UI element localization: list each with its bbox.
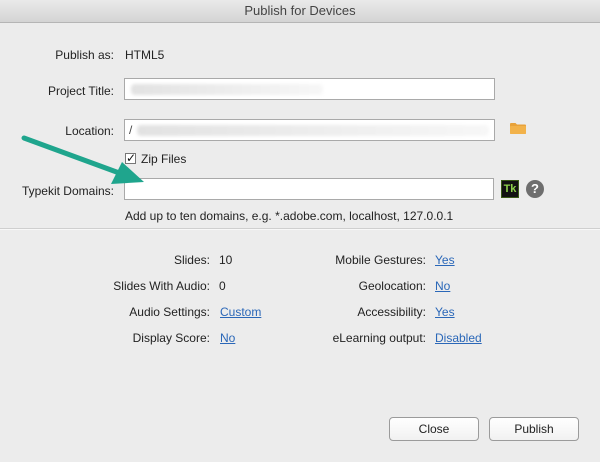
folder-icon[interactable] [510,123,526,134]
accessibility-label: Accessibility: [357,305,426,319]
audio-settings-link[interactable]: Custom [220,305,261,319]
typekit-icon[interactable]: Tk [501,180,519,198]
typekit-domains-input[interactable] [124,178,494,200]
slides-with-audio-value: 0 [219,279,226,293]
display-score-label: Display Score: [132,331,210,345]
project-title-input[interactable] [124,78,495,100]
help-icon[interactable]: ? [526,180,544,198]
mobile-gestures-label: Mobile Gestures: [335,253,426,267]
publish-as-value: HTML5 [125,48,165,62]
accessibility-link[interactable]: Yes [435,305,455,319]
geolocation-label: Geolocation: [358,279,426,293]
slides-value: 10 [219,253,233,267]
publish-dialog: Publish for Devices Publish as: HTML5 Pr… [0,0,600,462]
annotation-arrow-icon [21,135,144,184]
location-redaction [137,125,489,136]
location-input[interactable]: / [124,119,495,141]
window-title: Publish for Devices [0,0,600,23]
project-title-label: Project Title: [47,84,114,98]
publish-as-label: Publish as: [55,48,114,62]
typekit-domains-label: Typekit Domains: [21,184,114,198]
display-score-link[interactable]: No [220,331,235,345]
typekit-hint: Add up to ten domains, e.g. *.adobe.com,… [125,209,454,223]
slides-label: Slides: [173,253,210,267]
mobile-gestures-link[interactable]: Yes [435,253,455,267]
geolocation-link[interactable]: No [435,279,450,293]
project-title-redaction [131,84,323,95]
elearning-output-link[interactable]: Disabled [435,331,482,345]
elearning-output-label: eLearning output: [332,331,426,345]
slides-with-audio-label: Slides With Audio: [113,279,210,293]
close-button[interactable]: Close [389,417,479,441]
audio-settings-label: Audio Settings: [129,305,210,319]
publish-button[interactable]: Publish [489,417,579,441]
